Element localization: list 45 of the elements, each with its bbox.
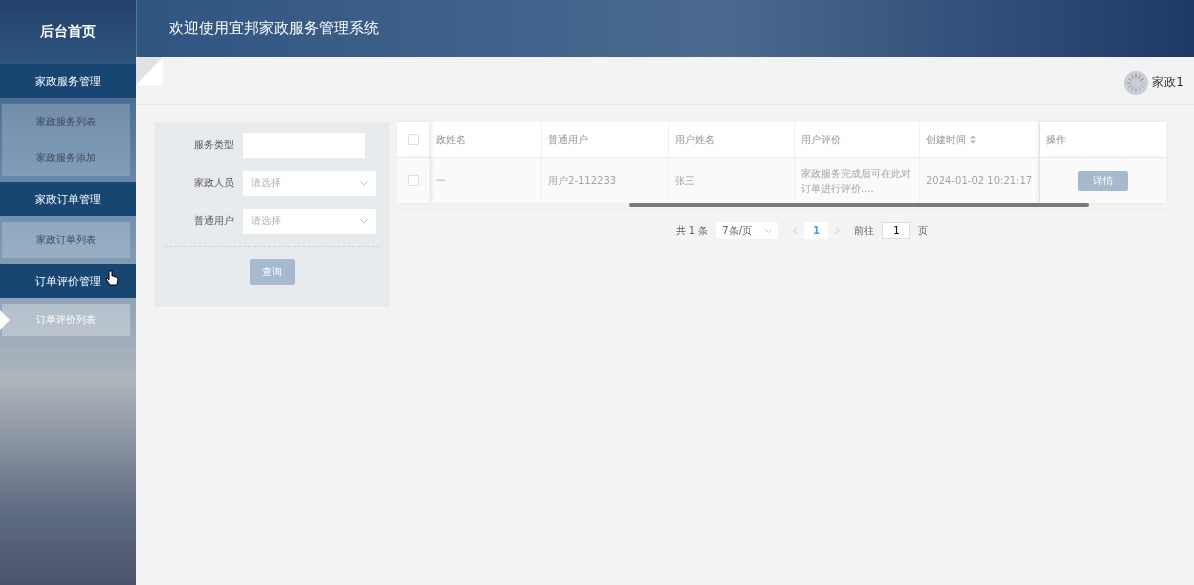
- column-header: 政姓名: [436, 132, 466, 147]
- page-suffix: 页: [918, 223, 929, 238]
- column-header: 用户评价: [801, 132, 841, 147]
- menu-group[interactable]: 订单评价管理: [0, 264, 136, 298]
- column-header: 普通用户: [548, 132, 588, 147]
- total-count: 共 1 条: [675, 223, 709, 238]
- sort-icon[interactable]: [970, 135, 976, 144]
- column-header: 操作: [1046, 132, 1066, 147]
- page-title: 欢迎使用宜邦家政服务管理系统: [169, 19, 379, 38]
- select-field[interactable]: 请选择: [243, 170, 376, 196]
- field-label: 家政人员: [193, 176, 235, 190]
- table-cell-text: 张三: [675, 174, 695, 188]
- field-label: 服务类型: [193, 138, 235, 152]
- chevron-down-icon: [360, 218, 368, 224]
- table-cell-text: 用户2-112233: [548, 174, 617, 188]
- table-cell-text: 家政服务完成后可在此对订单进行评价....: [801, 166, 912, 196]
- goto-label: 前往: [854, 223, 875, 238]
- scrollbar-thumb[interactable]: [629, 203, 1089, 207]
- avatar-icon[interactable]: [1124, 70, 1149, 95]
- table-cell-text: 2024-01-02 10:21:17: [926, 174, 1033, 188]
- menu-group[interactable]: 家政订单管理: [0, 182, 136, 216]
- column-header: 用户姓名: [675, 132, 715, 147]
- sidebar-title[interactable]: 后台首页: [0, 0, 136, 64]
- user-name[interactable]: 家政1: [1152, 74, 1184, 91]
- select-field[interactable]: 请选择: [243, 208, 376, 234]
- page-input[interactable]: 1: [882, 222, 911, 239]
- page-number[interactable]: 1: [804, 222, 829, 239]
- menu-item[interactable]: 家政服务添加: [2, 140, 130, 176]
- column-header[interactable]: 创建时间: [926, 132, 966, 147]
- hand-cursor-icon: [105, 270, 119, 287]
- chevron-down-icon: [360, 180, 368, 186]
- chevron-down-icon: [765, 228, 773, 233]
- menu-item[interactable]: 家政服务列表: [2, 104, 130, 140]
- page-fold-icon: [136, 57, 163, 85]
- menu-item[interactable]: 订单评价列表: [2, 304, 130, 336]
- page-size-select[interactable]: 7条/页: [716, 222, 779, 239]
- menu-item[interactable]: 家政订单列表: [2, 222, 130, 258]
- menu-group[interactable]: 家政服务管理: [0, 64, 136, 98]
- checkbox[interactable]: [407, 175, 419, 186]
- details-button[interactable]: 详情: [1078, 170, 1128, 191]
- chevron-right-icon: [834, 226, 840, 234]
- field-label: 普通用户: [193, 214, 235, 228]
- chevron-left-icon: [792, 226, 798, 234]
- checkbox[interactable]: [407, 134, 419, 145]
- search-button[interactable]: 查询: [249, 259, 295, 285]
